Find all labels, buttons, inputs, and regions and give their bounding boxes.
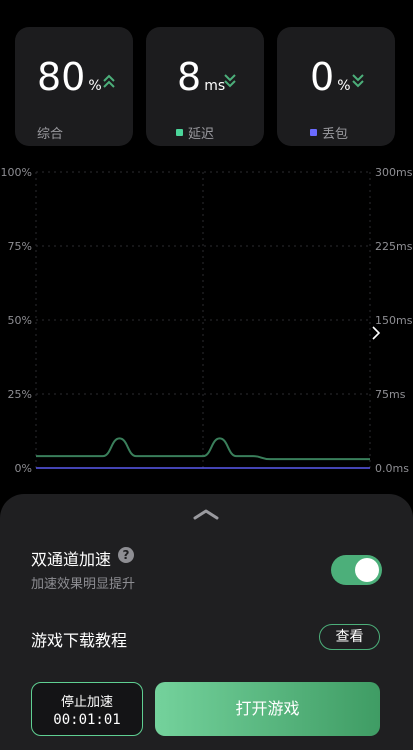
latency-value: 8	[177, 55, 202, 99]
help-circle-icon[interactable]: ?	[118, 547, 134, 563]
open-game-button[interactable]: 打开游戏	[155, 682, 380, 736]
bottom-panel: 双通道加速 ? 加速效果明显提升 游戏下载教程 查看 停止加速 00:01:01…	[0, 494, 413, 750]
y-tick-label-left: 75%	[8, 240, 32, 253]
chevron-right-icon	[372, 326, 381, 340]
y-tick-label-right: 300ms	[375, 166, 413, 179]
packet-loss-label: 丢包	[310, 123, 348, 142]
packet-loss-value: 0	[310, 55, 335, 99]
download-tutorial-label: 游戏下载教程	[31, 631, 128, 650]
chevron-double-down-icon	[224, 74, 236, 88]
chevron-double-down-icon	[352, 74, 364, 88]
stat-card-packet-loss: 0 % 丢包	[277, 27, 395, 146]
view-tutorial-button[interactable]: 查看	[319, 624, 380, 650]
packet-loss-legend-swatch	[310, 129, 317, 136]
dual-channel-subtitle: 加速效果明显提升	[31, 577, 136, 592]
dual-channel-title: 双通道加速	[31, 550, 112, 569]
acceleration-timer: 00:01:01	[53, 712, 121, 728]
latency-label: 延迟	[176, 123, 214, 142]
chevron-up-icon[interactable]	[193, 508, 219, 520]
y-tick-label-left: 0%	[15, 462, 32, 475]
y-tick-label-right: 150ms	[375, 314, 413, 327]
stat-value: 0 %	[310, 55, 351, 99]
stat-value: 80 %	[37, 55, 102, 99]
latency-unit: ms	[204, 78, 226, 94]
toggle-knob	[355, 558, 379, 582]
y-tick-label-left: 100%	[1, 166, 32, 179]
latency-legend-swatch	[176, 129, 183, 136]
y-tick-label-left: 25%	[8, 388, 32, 401]
dual-channel-toggle[interactable]	[331, 555, 382, 585]
stat-card-overall: 80 % 综合	[15, 27, 133, 146]
stat-value: 8 ms	[177, 55, 225, 99]
y-tick-label-right: 75ms	[375, 388, 406, 401]
packet-loss-unit: %	[337, 78, 351, 94]
overall-label: 综合	[37, 127, 64, 142]
y-tick-label-right: 225ms	[375, 240, 413, 253]
y-tick-label-right: 0.0ms	[375, 462, 409, 475]
stat-card-latency: 8 ms 延迟	[146, 27, 264, 146]
stop-acceleration-button[interactable]: 停止加速 00:01:01	[31, 682, 143, 736]
overall-unit: %	[88, 78, 102, 94]
chevron-double-up-icon	[103, 74, 115, 88]
network-chart: 100% 300ms 75% 225ms 50% 150ms 25% 75ms 0% 0.0ms	[1, 166, 413, 475]
stop-acceleration-label: 停止加速	[60, 695, 113, 710]
y-tick-label-left: 50%	[8, 314, 32, 327]
overall-value: 80	[37, 55, 86, 99]
